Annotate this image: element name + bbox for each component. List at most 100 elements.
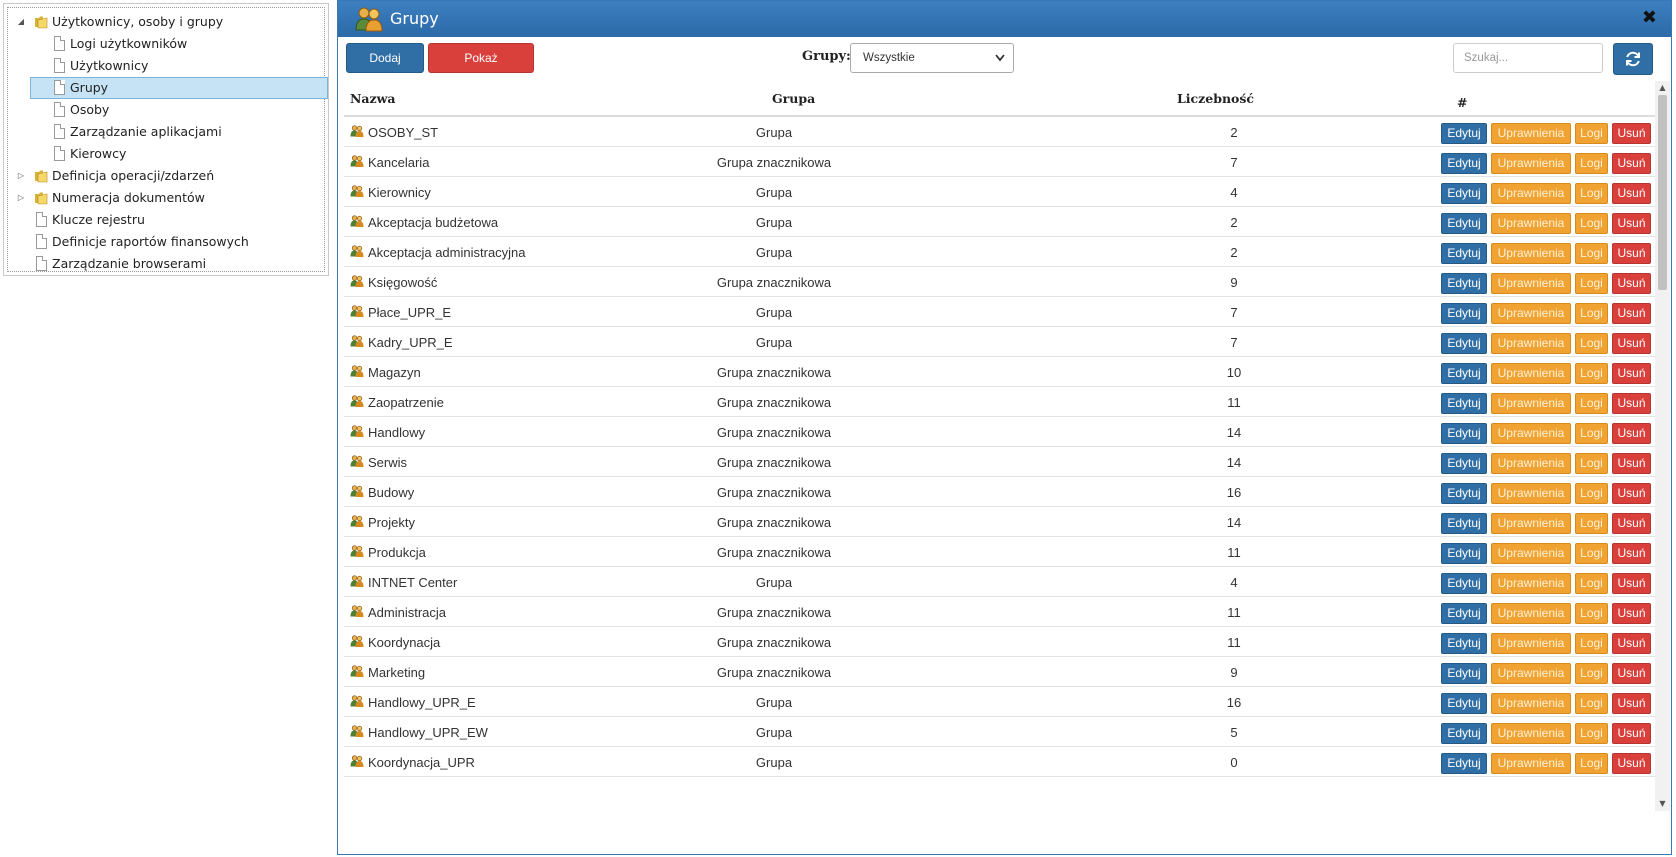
edit-button[interactable]: Edytuj	[1441, 213, 1487, 234]
tree-item[interactable]: Zarządzanie aplikacjami	[8, 121, 324, 143]
delete-button[interactable]: Usuń	[1612, 483, 1651, 504]
edit-button[interactable]: Edytuj	[1441, 543, 1487, 564]
delete-button[interactable]: Usuń	[1612, 183, 1651, 204]
tree-item[interactable]: Grupy	[8, 77, 328, 99]
show-deleted-button[interactable]: Pokaż usuniętych	[428, 43, 534, 93]
delete-button[interactable]: Usuń	[1612, 513, 1651, 534]
permissions-button[interactable]: Uprawnienia	[1491, 543, 1571, 564]
logs-button[interactable]: Logi	[1575, 723, 1608, 744]
logs-button[interactable]: Logi	[1575, 183, 1608, 204]
table-row[interactable]: Koordynacja_UPR Grupa 0 Edytuj Uprawnienia Lo…	[344, 747, 1656, 777]
permissions-button[interactable]: Uprawnienia	[1491, 483, 1571, 504]
edit-button[interactable]: Edytuj	[1441, 693, 1487, 714]
table-row[interactable]: INTNET Center Grupa 4 Edytuj Uprawnienia Logi…	[344, 567, 1656, 597]
table-row[interactable]: Płace_UPR_E Grupa 7 Edytuj Uprawnienia Logi Us…	[344, 297, 1656, 327]
permissions-button[interactable]: Uprawnienia	[1491, 243, 1571, 264]
refresh-button[interactable]	[1613, 43, 1653, 75]
column-header-count[interactable]: Liczebność	[1177, 91, 1254, 106]
logs-button[interactable]: Logi	[1575, 393, 1608, 414]
tree-item[interactable]: ▷ Numeracja dokumentów	[8, 187, 324, 209]
edit-button[interactable]: Edytuj	[1441, 123, 1487, 144]
logs-button[interactable]: Logi	[1575, 513, 1608, 534]
delete-button[interactable]: Usuń	[1612, 693, 1651, 714]
logs-button[interactable]: Logi	[1575, 573, 1608, 594]
logs-button[interactable]: Logi	[1575, 303, 1608, 324]
permissions-button[interactable]: Uprawnienia	[1491, 333, 1571, 354]
table-row[interactable]: Kadry_UPR_E Grupa 7 Edytuj Uprawnienia Logi Us…	[344, 327, 1656, 357]
group-filter-select[interactable]: Wszystkie	[850, 43, 1014, 73]
tree-item[interactable]: ◢ Użytkownicy, osoby i grupy	[8, 11, 324, 33]
expand-arrow-icon[interactable]: ▷	[16, 187, 26, 209]
table-row[interactable]: Akceptacja administracyjna Grupa 2 Edytuj Up…	[344, 237, 1656, 267]
scrollbar-thumb[interactable]	[1658, 95, 1667, 290]
edit-button[interactable]: Edytuj	[1441, 513, 1487, 534]
logs-button[interactable]: Logi	[1575, 333, 1608, 354]
tree-item[interactable]: Kierowcy	[8, 143, 324, 165]
permissions-button[interactable]: Uprawnienia	[1491, 603, 1571, 624]
logs-button[interactable]: Logi	[1575, 633, 1608, 654]
table-scrollbar[interactable]: ▲ ▼	[1655, 81, 1670, 811]
permissions-button[interactable]: Uprawnienia	[1491, 423, 1571, 444]
delete-button[interactable]: Usuń	[1612, 243, 1651, 264]
logs-button[interactable]: Logi	[1575, 363, 1608, 384]
edit-button[interactable]: Edytuj	[1441, 303, 1487, 324]
logs-button[interactable]: Logi	[1575, 663, 1608, 684]
permissions-button[interactable]: Uprawnienia	[1491, 693, 1571, 714]
logs-button[interactable]: Logi	[1575, 213, 1608, 234]
edit-button[interactable]: Edytuj	[1441, 243, 1487, 264]
permissions-button[interactable]: Uprawnienia	[1491, 513, 1571, 534]
permissions-button[interactable]: Uprawnienia	[1491, 573, 1571, 594]
logs-button[interactable]: Logi	[1575, 153, 1608, 174]
permissions-button[interactable]: Uprawnienia	[1491, 363, 1571, 384]
search-input[interactable]: Szukaj...	[1453, 43, 1603, 73]
logs-button[interactable]: Logi	[1575, 243, 1608, 264]
scroll-down-icon[interactable]: ▼	[1655, 797, 1670, 811]
delete-button[interactable]: Usuń	[1612, 603, 1651, 624]
edit-button[interactable]: Edytuj	[1441, 603, 1487, 624]
scroll-up-icon[interactable]: ▲	[1655, 81, 1670, 95]
delete-button[interactable]: Usuń	[1612, 423, 1651, 444]
table-row[interactable]: Zaopatrzenie Grupa znacznikowa 11 Edytuj Upr…	[344, 387, 1656, 417]
edit-button[interactable]: Edytuj	[1441, 633, 1487, 654]
delete-button[interactable]: Usuń	[1612, 303, 1651, 324]
collapse-arrow-icon[interactable]: ◢	[16, 11, 26, 33]
edit-button[interactable]: Edytuj	[1441, 573, 1487, 594]
add-group-button[interactable]: Dodaj grupe	[346, 43, 424, 93]
permissions-button[interactable]: Uprawnienia	[1491, 153, 1571, 174]
table-row[interactable]: Serwis Grupa znacznikowa 14 Edytuj Uprawnien…	[344, 447, 1656, 477]
column-header-name[interactable]: Nazwa	[350, 91, 395, 106]
permissions-button[interactable]: Uprawnienia	[1491, 393, 1571, 414]
table-row[interactable]: Marketing Grupa znacznikowa 9 Edytuj Uprawni…	[344, 657, 1656, 687]
tree-item[interactable]: Definicje raportów finansowych	[8, 231, 324, 253]
logs-button[interactable]: Logi	[1575, 603, 1608, 624]
delete-button[interactable]: Usuń	[1612, 663, 1651, 684]
logs-button[interactable]: Logi	[1575, 483, 1608, 504]
delete-button[interactable]: Usuń	[1612, 753, 1651, 774]
edit-button[interactable]: Edytuj	[1441, 333, 1487, 354]
edit-button[interactable]: Edytuj	[1441, 183, 1487, 204]
table-row[interactable]: Handlowy Grupa znacznikowa 14 Edytuj Uprawni…	[344, 417, 1656, 447]
delete-button[interactable]: Usuń	[1612, 633, 1651, 654]
tree-item[interactable]: Użytkownicy	[8, 55, 324, 77]
edit-button[interactable]: Edytuj	[1441, 273, 1487, 294]
edit-button[interactable]: Edytuj	[1441, 453, 1487, 474]
edit-button[interactable]: Edytuj	[1441, 723, 1487, 744]
delete-button[interactable]: Usuń	[1612, 363, 1651, 384]
permissions-button[interactable]: Uprawnienia	[1491, 633, 1571, 654]
logs-button[interactable]: Logi	[1575, 453, 1608, 474]
logs-button[interactable]: Logi	[1575, 123, 1608, 144]
tree-item[interactable]: ▷ Definicja operacji/zdarzeń	[8, 165, 324, 187]
edit-button[interactable]: Edytuj	[1441, 483, 1487, 504]
logs-button[interactable]: Logi	[1575, 693, 1608, 714]
permissions-button[interactable]: Uprawnienia	[1491, 213, 1571, 234]
delete-button[interactable]: Usuń	[1612, 333, 1651, 354]
table-row[interactable]: Administracja Grupa znacznikowa 11 Edytuj Up…	[344, 597, 1656, 627]
delete-button[interactable]: Usuń	[1612, 153, 1651, 174]
delete-button[interactable]: Usuń	[1612, 393, 1651, 414]
edit-button[interactable]: Edytuj	[1441, 393, 1487, 414]
table-row[interactable]: Handlowy_UPR_EW Grupa 5 Edytuj Uprawnienia Lo…	[344, 717, 1656, 747]
permissions-button[interactable]: Uprawnienia	[1491, 663, 1571, 684]
permissions-button[interactable]: Uprawnienia	[1491, 453, 1571, 474]
delete-button[interactable]: Usuń	[1612, 123, 1651, 144]
tree-item[interactable]: Osoby	[8, 99, 324, 121]
